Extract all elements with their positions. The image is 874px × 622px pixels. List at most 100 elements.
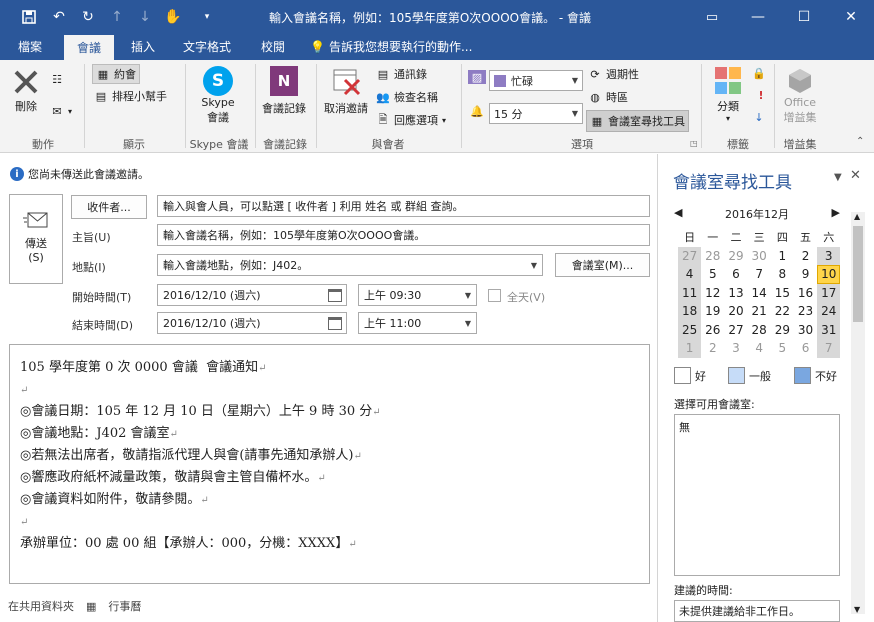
- scroll-down-icon[interactable]: ▼: [854, 605, 860, 614]
- delete-button[interactable]: 刪除: [6, 66, 46, 114]
- calendar-icon[interactable]: [328, 317, 342, 330]
- subject-field[interactable]: 輸入會議名稱，例如：105學年度第O次OOOO會議。: [157, 224, 650, 246]
- calendar-day[interactable]: 10: [817, 265, 841, 284]
- up-icon[interactable]: ↑: [106, 6, 128, 28]
- calendar-day[interactable]: 28: [701, 247, 724, 266]
- office-addins-button[interactable]: Office 增益集: [778, 66, 822, 125]
- calendar-day[interactable]: 22: [771, 302, 794, 321]
- calendar-day[interactable]: 2: [701, 339, 724, 358]
- end-time-select[interactable]: 上午 11:00 ▼: [358, 312, 477, 334]
- calendar-day[interactable]: 3: [724, 339, 747, 358]
- reminder-select[interactable]: 15 分 ▼: [489, 103, 583, 124]
- calendar-day[interactable]: 4: [678, 265, 702, 284]
- room-finder-button[interactable]: ▦ 會議室尋找工具: [586, 110, 689, 132]
- pane-options-icon[interactable]: ▼: [834, 172, 842, 183]
- calendar-day[interactable]: 14: [748, 284, 771, 303]
- address-book-button[interactable]: ▤ 通訊錄: [376, 66, 427, 82]
- location-field[interactable]: 輸入會議地點，例如：J402。 ▼: [157, 254, 543, 276]
- response-options-button[interactable]: 🗎 回應選項 ▾: [376, 112, 446, 128]
- calendar-day[interactable]: 30: [794, 321, 817, 340]
- collapse-ribbon-icon[interactable]: ⌃: [856, 136, 864, 147]
- calendar-day[interactable]: 23: [794, 302, 817, 321]
- calendar-day[interactable]: 24: [817, 302, 841, 321]
- chevron-down-icon[interactable]: ▼: [531, 261, 537, 270]
- calendar-day[interactable]: 25: [678, 320, 702, 339]
- start-time-select[interactable]: 上午 09:30 ▼: [358, 284, 477, 306]
- pane-close-icon[interactable]: ✕: [850, 168, 861, 183]
- prev-month-icon[interactable]: ◀: [674, 206, 682, 222]
- touch-mode-icon[interactable]: ✋: [162, 6, 184, 28]
- dialog-launcher-icon[interactable]: ◳: [690, 139, 698, 148]
- tab-insert[interactable]: 插入: [120, 34, 166, 60]
- calendar-day[interactable]: 12: [701, 284, 724, 303]
- calendar-day[interactable]: 7: [748, 265, 771, 284]
- down-icon[interactable]: ↓: [134, 6, 156, 28]
- undo-icon[interactable]: ↶: [48, 6, 70, 28]
- time-zones-button[interactable]: ◍ 時區: [588, 89, 628, 105]
- calendar-day[interactable]: 3: [817, 246, 841, 265]
- pane-scrollbar[interactable]: ▲ ▼: [851, 212, 865, 614]
- appointment-button[interactable]: ▦ 約會: [92, 64, 140, 84]
- rooms-list[interactable]: 無: [674, 414, 840, 576]
- calendar-day[interactable]: 29: [724, 247, 747, 266]
- calendar-day[interactable]: 19: [701, 302, 724, 321]
- minimize-button[interactable]: —: [747, 6, 769, 28]
- to-field[interactable]: 輸入與會人員，可以點選 [ 收件者 ] 利用 姓名 或 群組 查詢。: [157, 195, 650, 217]
- calendar-day[interactable]: 17: [817, 283, 841, 302]
- to-button[interactable]: 收件者...: [71, 195, 147, 219]
- next-month-icon[interactable]: ▶: [832, 206, 840, 222]
- calendar-day[interactable]: 2: [794, 247, 817, 266]
- customize-toolbar-icon[interactable]: ▾: [196, 6, 218, 28]
- end-date-field[interactable]: 2016/12/10 (週六): [157, 312, 347, 334]
- check-names-button[interactable]: 👥 檢查名稱: [376, 89, 438, 105]
- calendar-day[interactable]: 6: [724, 265, 747, 284]
- tab-meeting[interactable]: 會議: [64, 34, 114, 60]
- calendar-day[interactable]: 31: [817, 320, 841, 339]
- calendar-day[interactable]: 15: [771, 284, 794, 303]
- recurrence-button[interactable]: ⟳ 週期性: [588, 66, 639, 82]
- calendar-day[interactable]: 13: [724, 284, 747, 303]
- show-as-select[interactable]: 忙碌 ▼: [489, 70, 583, 91]
- cancel-invitation-button[interactable]: 取消邀請: [320, 66, 372, 116]
- calendar-day[interactable]: 7: [817, 339, 841, 358]
- redo-icon[interactable]: ↻: [77, 6, 99, 28]
- private-lock-icon[interactable]: 🔒: [752, 66, 766, 80]
- maximize-button[interactable]: ☐: [793, 6, 815, 28]
- calendar-day[interactable]: 29: [771, 321, 794, 340]
- calendar-day[interactable]: 8: [771, 265, 794, 284]
- start-date-field[interactable]: 2016/12/10 (週六): [157, 284, 347, 306]
- tab-file[interactable]: 檔案: [6, 34, 54, 60]
- ribbon-display-icon[interactable]: ▭: [701, 6, 723, 28]
- suggested-times-list[interactable]: 未提供建議給非工作日。: [674, 600, 840, 622]
- scroll-thumb[interactable]: [853, 226, 863, 322]
- calendar-day[interactable]: 1: [678, 339, 702, 358]
- all-day-checkbox[interactable]: [488, 289, 501, 302]
- message-body[interactable]: 105 學年度第 0 次 0000 會議 會議通知↵ ↵ ◎會議日期：105 年…: [9, 344, 650, 584]
- calendar-day[interactable]: 18: [678, 302, 702, 321]
- calendar-day[interactable]: 4: [748, 339, 771, 358]
- high-importance-icon[interactable]: !: [754, 88, 768, 102]
- calendar-day[interactable]: 27: [724, 321, 747, 340]
- categorize-button[interactable]: 分類 ▾: [710, 66, 746, 123]
- tab-format-text[interactable]: 文字格式: [174, 34, 240, 60]
- send-button[interactable]: 傳送 (S): [9, 194, 63, 284]
- calendar-day[interactable]: 9: [794, 265, 817, 284]
- rooms-button[interactable]: 會議室(M)...: [555, 253, 650, 277]
- save-icon[interactable]: [18, 6, 40, 28]
- close-button[interactable]: ✕: [840, 6, 862, 28]
- calendar-day[interactable]: 30: [748, 247, 771, 266]
- calendar-day[interactable]: 5: [771, 339, 794, 358]
- scroll-up-icon[interactable]: ▲: [854, 212, 860, 221]
- calendar-day[interactable]: 5: [701, 265, 724, 284]
- calendar-day[interactable]: 1: [771, 247, 794, 266]
- scheduling-assistant-button[interactable]: ▤ 排程小幫手: [94, 88, 167, 104]
- tab-review[interactable]: 校閱: [250, 34, 296, 60]
- calendar-day[interactable]: 26: [701, 321, 724, 340]
- skype-meeting-button[interactable]: S Skype 會議: [194, 66, 242, 125]
- low-importance-icon[interactable]: ↓: [752, 110, 766, 124]
- forward-icon[interactable]: ☷: [50, 72, 64, 86]
- calendar-label[interactable]: 行事曆: [108, 598, 141, 614]
- meeting-notes-button[interactable]: N 會議記錄: [258, 66, 310, 116]
- calendar-day[interactable]: 11: [678, 283, 702, 302]
- tell-me-box[interactable]: 💡 告訴我您想要執行的動作...: [310, 34, 510, 60]
